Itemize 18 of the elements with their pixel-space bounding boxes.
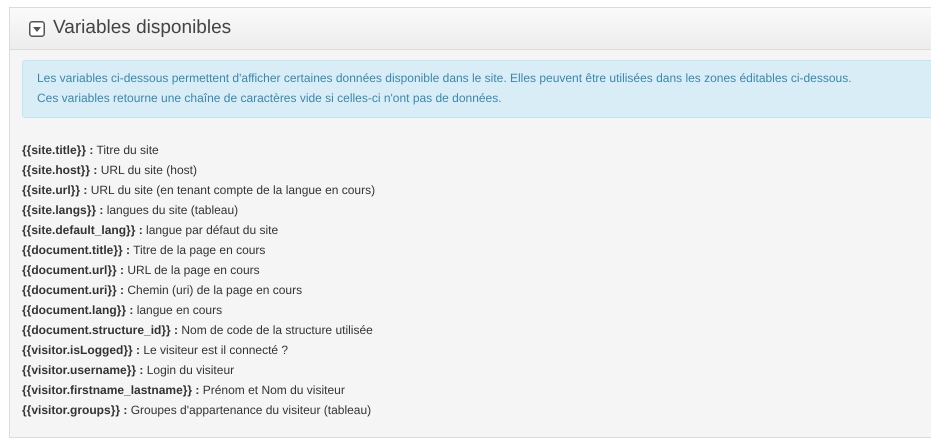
alert-text: Ces variables retourne une chaîne de caractères vide si celles-ci n'ont pas de données. bbox=[37, 91, 503, 105]
variable-description: {{visitor.username}} : Login du visiteur bbox=[22, 362, 236, 379]
variable-description: {{visitor.groups}} : Groupes d'appartenance du visiteur (tableau) bbox=[22, 402, 372, 419]
variable-description: {{site.url}} : URL du site (en tenant compte de la langue en cours) bbox=[22, 182, 376, 199]
variable-description: {{visitor.isLogged}} : Le visiteur est il connecté ? bbox=[22, 342, 290, 359]
variable-description: {{document.structure_id}} : Nom de code de la structure utilisée bbox=[22, 322, 374, 339]
variable-description: {{site.title}} : Titre du site bbox=[22, 142, 160, 159]
panel-title: Variables disponibles bbox=[53, 16, 232, 40]
toggle-icon[interactable] bbox=[29, 20, 45, 36]
variable-description: {{visitor.firstname_lastname}} : Prénom et Nom du visiteur bbox=[22, 382, 346, 399]
variable-description: {{document.lang}} : langue en cours bbox=[22, 302, 224, 319]
variable-description: {{document.uri}} : Chemin (uri) de la page en cours bbox=[22, 282, 304, 299]
variable-description: {{site.default_lang}} : langue par défaut du site bbox=[22, 222, 280, 239]
alert-text: Les variables ci-dessous permettent d'afficher certaines données disponible dans le site. Elles peuvent être utilisées dans les zones éditables ci-dessous. bbox=[37, 71, 853, 85]
variable-description: {{site.langs}} : langues du site (tableau) bbox=[22, 202, 240, 219]
variable-description: {{document.title}} : Titre de la page en cours bbox=[22, 242, 266, 259]
variable-description: {{document.url}} : URL de la page en cours bbox=[22, 262, 261, 279]
variable-description: {{site.host}} : URL du site (host) bbox=[22, 162, 198, 179]
